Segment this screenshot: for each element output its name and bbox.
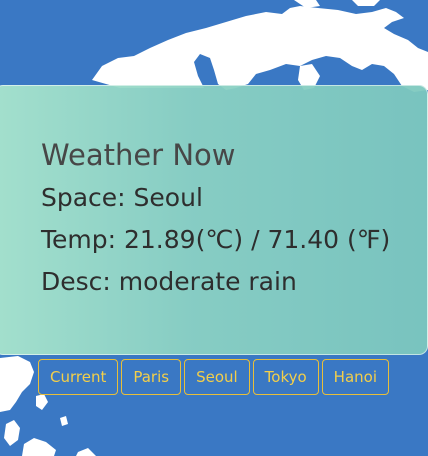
current-button[interactable]: Current [38, 359, 119, 395]
weather-card: Weather Now Space: Seoul Temp: 21.89(℃) … [0, 85, 428, 355]
temperature-text: Temp: 21.89(℃) / 71.40 (℉) [41, 225, 391, 254]
paris-button[interactable]: Paris [121, 359, 182, 395]
tokyo-button[interactable]: Tokyo [252, 359, 319, 395]
description-text: Desc: moderate rain [41, 267, 297, 296]
hanoi-button[interactable]: Hanoi [321, 359, 389, 395]
seoul-button[interactable]: Seoul [184, 359, 250, 395]
city-button-group: Current Paris Seoul Tokyo Hanoi [38, 359, 389, 395]
location-text: Space: Seoul [41, 183, 203, 212]
weather-title: Weather Now [41, 138, 236, 172]
